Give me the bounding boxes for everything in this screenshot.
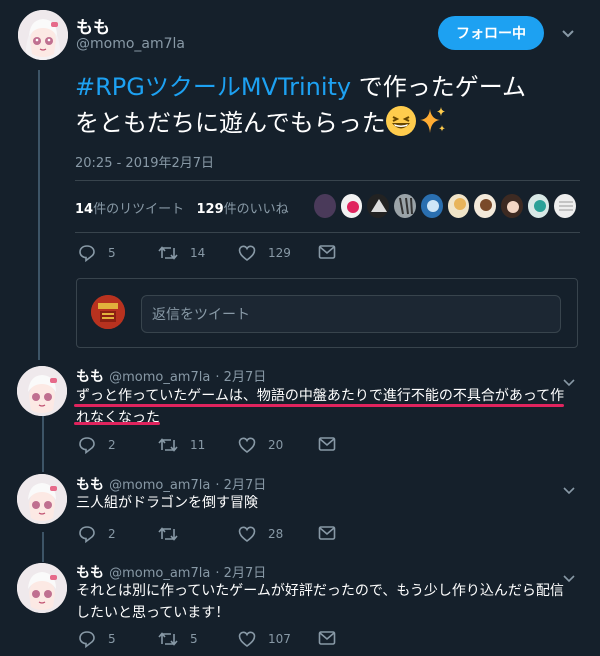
reply-author-name[interactable]: もも (76, 369, 104, 385)
liker-avatar[interactable] (474, 194, 496, 218)
envelope-icon (318, 631, 336, 645)
reply-date[interactable]: · 2月7日 (215, 370, 266, 385)
reply-text: 三人組がドラゴンを倒す冒険 (76, 495, 258, 511)
liker-avatar[interactable] (554, 194, 577, 218)
retweet-icon (158, 632, 178, 646)
laughing-face-icon (385, 106, 416, 136)
chevron-down-icon[interactable] (561, 24, 575, 43)
liker-avatars (314, 194, 577, 220)
reply-author-name[interactable]: もも (76, 477, 104, 493)
liker-avatar[interactable] (420, 194, 443, 218)
retweet-action[interactable] (158, 525, 190, 543)
heart-icon (238, 631, 256, 648)
reply-author-avatar[interactable] (17, 474, 67, 524)
retweet-action[interactable]: 11 (158, 436, 205, 454)
thread-line (42, 412, 44, 472)
envelope-icon (318, 245, 336, 259)
tweet-timestamp[interactable]: 20:25 - 2019年2月7日 (75, 152, 214, 171)
reply-date[interactable]: · 2月7日 (215, 566, 266, 581)
highlight-underline (74, 422, 160, 425)
retweet-icon (158, 438, 178, 452)
message-action[interactable] (318, 244, 348, 260)
reply-author-avatar[interactable] (17, 366, 67, 416)
liker-avatar[interactable] (500, 194, 523, 218)
retweet-action[interactable]: 5 (158, 630, 198, 648)
like-action[interactable]: 28 (238, 525, 283, 543)
liker-avatar[interactable] (394, 194, 416, 218)
reply-header: もも @momo_am7la · 2月7日 (76, 474, 266, 494)
reply-author-handle[interactable]: @momo_am7la (109, 370, 210, 385)
reply-header: もも @momo_am7la · 2月7日 (76, 562, 266, 582)
reply-action[interactable]: 5 (78, 244, 116, 262)
author-name[interactable]: もも (76, 13, 110, 38)
reply-icon (79, 437, 95, 454)
reply-input[interactable]: 返信をツイート (141, 295, 561, 333)
hashtag-link[interactable]: #RPGツクールMVTrinity (75, 73, 351, 101)
reply-author-name[interactable]: もも (76, 565, 104, 581)
envelope-icon (318, 526, 336, 540)
message-action[interactable] (318, 525, 348, 541)
tweet-stats: 14件のリツイート 129件のいいね (75, 198, 289, 217)
liker-avatar[interactable] (447, 194, 470, 218)
retweet-stat[interactable]: 14件のリツイート (75, 202, 184, 217)
thread-line (38, 70, 40, 360)
chevron-down-icon[interactable] (563, 480, 575, 499)
reply-author-handle[interactable]: @momo_am7la (109, 566, 210, 581)
retweet-icon (158, 246, 178, 260)
message-action[interactable] (318, 436, 348, 452)
liker-avatar[interactable] (527, 194, 550, 218)
reply-icon (79, 631, 95, 648)
message-action[interactable] (318, 630, 348, 646)
retweet-icon (158, 527, 178, 541)
divider (75, 232, 580, 233)
divider (75, 180, 580, 181)
reply-action[interactable]: 5 (78, 630, 116, 648)
tweet-text: #RPGツクールMVTrinity で作ったゲーム をともだちに遊んでもらった (75, 69, 585, 141)
author-handle[interactable]: @momo_am7la (76, 36, 185, 52)
reply-author-handle[interactable]: @momo_am7la (109, 478, 210, 493)
like-action[interactable]: 107 (238, 630, 291, 648)
reply-text: それとは別に作っていたゲームが好評だったので、もう少し作り込んだら配信 したいと… (76, 580, 586, 624)
sparkles-icon (416, 105, 448, 137)
like-stat[interactable]: 129件のいいね (197, 202, 289, 217)
highlight-underline (74, 404, 564, 407)
tweet-text-line2: をともだちに遊んでもらった (75, 109, 386, 137)
reply-header: もも @momo_am7la · 2月7日 (76, 366, 266, 386)
liker-avatar[interactable] (340, 194, 363, 218)
author-avatar[interactable] (18, 10, 68, 60)
tweet-text-line1: で作ったゲーム (351, 73, 527, 101)
current-user-avatar (91, 295, 125, 329)
heart-icon (238, 245, 256, 262)
liker-avatar[interactable] (367, 194, 390, 218)
reply-icon (79, 245, 95, 262)
reply-action[interactable]: 2 (78, 436, 116, 454)
reply-text-line2: れなくなった (76, 410, 160, 426)
thread-line (42, 532, 44, 562)
liker-avatar[interactable] (314, 194, 336, 218)
like-action[interactable]: 20 (238, 436, 283, 454)
reply-composer: 返信をツイート (76, 278, 578, 348)
following-button[interactable]: フォロー中 (438, 16, 544, 50)
reply-author-avatar[interactable] (17, 563, 67, 613)
envelope-icon (318, 437, 336, 451)
retweet-action[interactable]: 14 (158, 244, 205, 262)
like-action[interactable]: 129 (238, 244, 291, 262)
reply-text-line1: それとは別に作っていたゲームが好評だったので、もう少し作り込んだら配信 (76, 583, 564, 599)
heart-icon (238, 526, 256, 543)
reply-text-line2: したいと思っています！ (76, 605, 230, 621)
reply-date[interactable]: · 2月7日 (215, 478, 266, 493)
heart-icon (238, 437, 256, 454)
reply-action[interactable]: 2 (78, 525, 116, 543)
reply-icon (79, 526, 95, 543)
